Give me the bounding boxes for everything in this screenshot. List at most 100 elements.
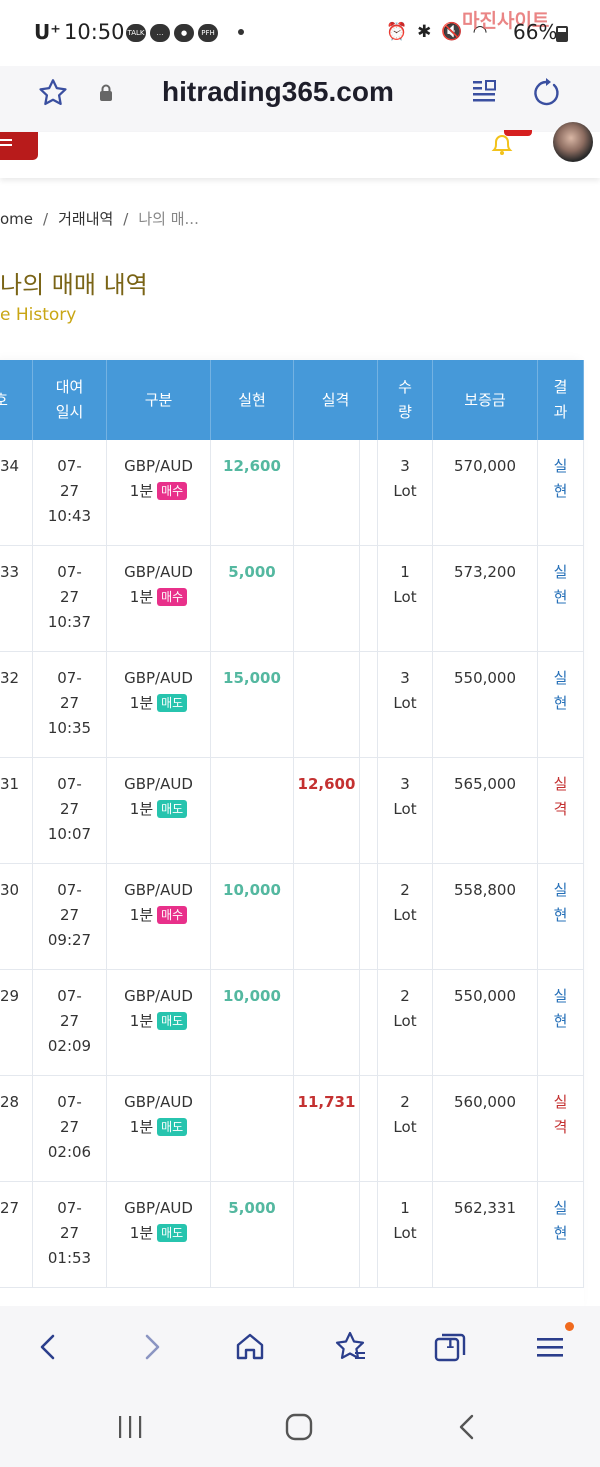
table-row[interactable]: 29 07- 27 02:09 GBP/AUD 1분 매도 10,000 2 Lot 550,… — [0, 970, 584, 1076]
qty-value: 3 Lot — [393, 775, 417, 818]
cell-datetime: 07- 27 01:53 — [33, 1182, 107, 1288]
col-header-no: 호 — [0, 360, 33, 440]
cell-result: 실 격 — [538, 758, 584, 864]
bookmark-star-icon[interactable] — [36, 76, 70, 110]
date-value: 07- 27 02:06 — [47, 1093, 92, 1161]
message-icon: … — [150, 24, 170, 42]
deposit-value: 565,000 — [453, 775, 517, 793]
system-back-icon[interactable] — [454, 1412, 480, 1442]
cell-qty: 3 Lot — [378, 652, 433, 758]
cell-result: 실 현 — [538, 652, 584, 758]
home-icon[interactable] — [233, 1330, 267, 1364]
table-row[interactable]: 27 07- 27 01:53 GBP/AUD 1분 매도 5,000 1 Lot 562,3… — [0, 1182, 584, 1288]
system-home-icon[interactable] — [284, 1412, 314, 1442]
user-avatar[interactable] — [553, 122, 593, 162]
notification-icons: TALK … ● PFH — [126, 24, 218, 42]
col-header-qty: 수 량 — [378, 360, 433, 440]
side-badge: 매도 — [157, 1118, 188, 1136]
menu-icon[interactable] — [533, 1330, 567, 1364]
cell-type: GBP/AUD 1분 매도 — [107, 758, 211, 864]
trade-number: 31 — [0, 775, 20, 793]
cell-result: 실 현 — [538, 546, 584, 652]
deposit-value: 550,000 — [453, 669, 517, 687]
table-row[interactable]: 34 07- 27 10:43 GBP/AUD 1분 매수 12,600 3 Lot 570,… — [0, 440, 584, 546]
qty-value: 2 Lot — [393, 881, 417, 924]
cell-spacer — [360, 864, 378, 970]
hamburger-menu-button[interactable] — [0, 132, 38, 160]
site-header — [0, 122, 600, 178]
side-badge: 매도 — [157, 694, 188, 712]
currency-pair: GBP/AUD — [124, 1199, 193, 1217]
clock: 10:50 — [64, 20, 125, 44]
cell-result: 실 현 — [538, 1182, 584, 1288]
cell-no: 27 — [0, 1182, 33, 1288]
col-header-result: 결 과 — [538, 360, 584, 440]
cell-type: GBP/AUD 1분 매도 — [107, 652, 211, 758]
reader-mode-icon[interactable] — [470, 78, 498, 106]
trade-number: 34 — [0, 457, 20, 475]
back-icon[interactable] — [32, 1330, 66, 1364]
cell-profit: 15,000 — [211, 652, 294, 758]
currency-pair: GBP/AUD — [124, 1093, 193, 1111]
date-value: 07- 27 02:09 — [47, 987, 92, 1055]
period-label: 1분 — [129, 800, 154, 818]
recent-apps-icon[interactable] — [116, 1414, 144, 1440]
side-badge: 매수 — [157, 906, 188, 924]
cell-loss — [294, 970, 360, 1076]
lock-icon[interactable] — [98, 84, 114, 102]
battery-icon — [556, 26, 568, 42]
cell-no: 31 — [0, 758, 33, 864]
col-header-loss: 실격 — [294, 360, 378, 440]
table-row[interactable]: 31 07- 27 10:07 GBP/AUD 1분 매도 12,600 3 Lot 565,… — [0, 758, 584, 864]
date-value: 07- 27 10:37 — [47, 563, 92, 631]
table-row-partial — [0, 1288, 584, 1306]
breadcrumb-home[interactable]: ome — [0, 210, 33, 228]
table-row[interactable]: 32 07- 27 10:35 GBP/AUD 1분 매도 15,000 3 Lot 550,… — [0, 652, 584, 758]
cell-loss: 12,600 — [294, 758, 360, 864]
loss-value: 12,600 — [297, 775, 356, 793]
result-label: 실 격 — [553, 1093, 568, 1136]
loss-value: 11,731 — [297, 1093, 356, 1111]
cell-result: 실 현 — [538, 440, 584, 546]
qty-value: 1 Lot — [393, 563, 417, 606]
currency-pair: GBP/AUD — [124, 987, 193, 1005]
side-badge: 매수 — [157, 588, 188, 606]
cell-spacer — [360, 970, 378, 1076]
result-label: 실 현 — [553, 987, 568, 1030]
cell-deposit: 550,000 — [433, 970, 538, 1076]
col-header-deposit: 보증금 — [433, 360, 538, 440]
date-value: 07- 27 01:53 — [47, 1199, 92, 1267]
trade-number: 27 — [0, 1199, 20, 1217]
tab-count: 1 — [445, 1337, 455, 1352]
profit-value: 10,000 — [223, 881, 281, 899]
bookmarks-icon[interactable] — [333, 1330, 367, 1364]
profit-value: 5,000 — [228, 1199, 276, 1217]
cell-profit: 10,000 — [211, 864, 294, 970]
cell-no: 28 — [0, 1076, 33, 1182]
cell-profit: 5,000 — [211, 1182, 294, 1288]
breadcrumb-trade-history[interactable]: 거래내역 — [58, 210, 113, 228]
cell-loss — [294, 440, 360, 546]
breadcrumb: ome / 거래내역 / 나의 매... — [0, 210, 199, 228]
cell-type: GBP/AUD 1분 매도 — [107, 1076, 211, 1182]
table-row[interactable]: 28 07- 27 02:06 GBP/AUD 1분 매도 11,731 2 Lot 560,… — [0, 1076, 584, 1182]
forward-icon[interactable] — [134, 1330, 168, 1364]
period-label: 1분 — [129, 588, 154, 606]
cell-deposit: 562,331 — [433, 1182, 538, 1288]
cell-loss — [294, 546, 360, 652]
browser-toolbar — [0, 1306, 600, 1394]
table-row[interactable]: 30 07- 27 09:27 GBP/AUD 1분 매수 10,000 2 Lot 558,… — [0, 864, 584, 970]
cell-type: GBP/AUD 1분 매수 — [107, 864, 211, 970]
bluetooth-icon: ✱ — [417, 22, 432, 42]
col-header-profit: 실현 — [211, 360, 294, 440]
table-header: 호 대여 일시 구분 실현 실격 수 량 보증금 결 과 — [0, 360, 584, 440]
address-text[interactable]: hitrading365.com — [162, 76, 394, 108]
reload-icon[interactable] — [530, 76, 562, 108]
cell-spacer — [360, 440, 378, 546]
cell-result: 실 현 — [538, 970, 584, 1076]
cell-datetime: 07- 27 09:27 — [33, 864, 107, 970]
table-row[interactable]: 33 07- 27 10:37 GBP/AUD 1분 매수 5,000 1 Lot 573,2… — [0, 546, 584, 652]
profit-value: 5,000 — [228, 563, 276, 581]
col-header-type: 구분 — [107, 360, 211, 440]
currency-pair: GBP/AUD — [124, 457, 193, 475]
